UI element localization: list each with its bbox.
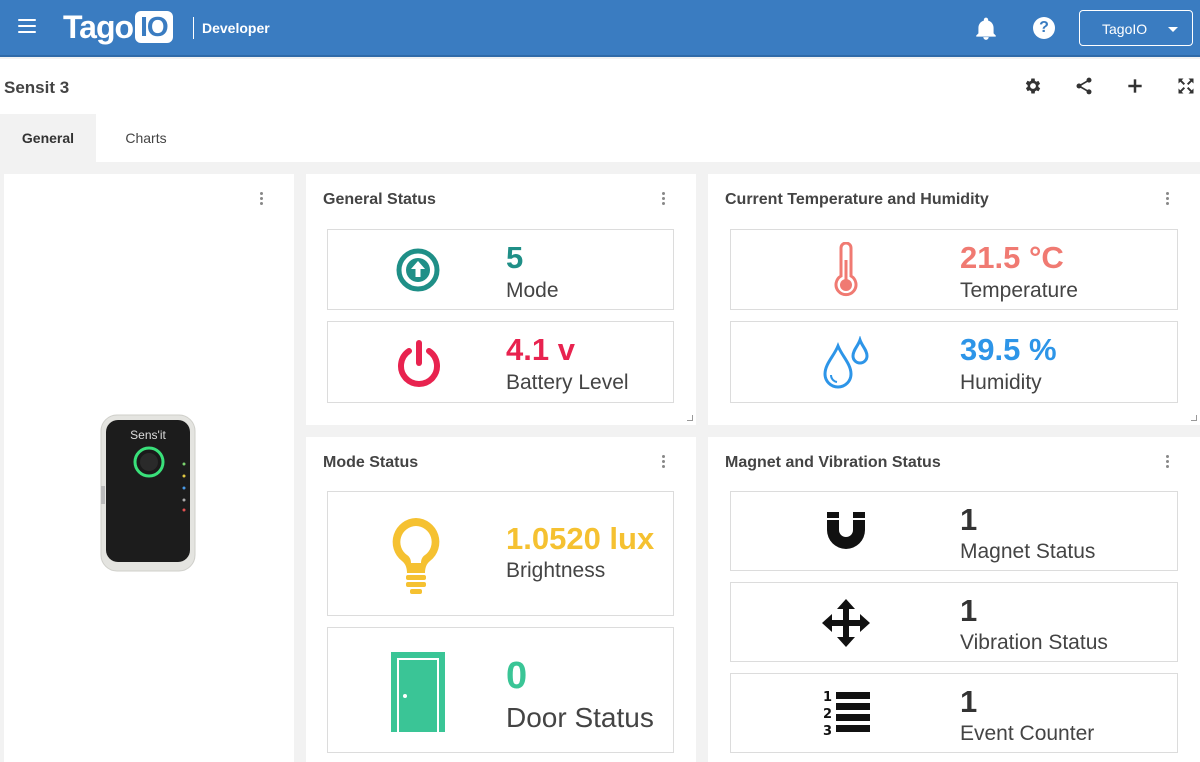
stat-label: Humidity [960,371,1042,394]
stat-label: Door Status [506,702,654,733]
widget-title: General Status [323,191,436,208]
mode-stat: 5 Mode [327,229,674,310]
top-bar: Tago IO Developer ? TagoIO [0,0,1200,57]
vibration-stat: 1 Vibration Status [730,582,1178,662]
developer-label: Developer [202,20,270,36]
svg-text:1: 1 [823,690,832,705]
stat-label: Event Counter [960,722,1095,745]
logo-text: Tago [63,8,134,45]
battery-stat: 4.1 v Battery Level [327,321,674,403]
plus-icon[interactable] [1125,76,1145,96]
share-icon[interactable] [1074,76,1094,96]
event-counter-stat: 1 2 3 1 Event Counter [730,673,1178,753]
magnet-stat: 1 Magnet Status [730,491,1178,571]
general-status-card: General Status 5 Mode 4.1 v Battery Leve… [306,174,696,425]
stat-value: 0 [506,655,528,697]
stat-value: 1 [960,684,978,719]
widget-menu-icon[interactable] [662,455,666,469]
stat-label: Magnet Status [960,540,1096,563]
help-icon[interactable]: ? [1033,17,1055,39]
magnet-icon [827,512,865,549]
stat-value: 21.5 °C [960,240,1064,275]
door-icon [391,652,445,732]
stat-value: 1 [960,502,978,537]
widget-title: Mode Status [323,454,419,471]
widget-title: Magnet and Vibration Status [725,454,941,471]
stat-value: 1.0520 lux [506,521,655,556]
stat-label: Mode [506,279,559,302]
chevron-down-icon [1168,27,1178,32]
bell-icon[interactable] [973,16,999,42]
tab-general[interactable]: General [0,114,96,162]
account-dropdown[interactable]: TagoIO [1079,10,1193,46]
widget-title: Current Temperature and Humidity [725,191,989,208]
widget-menu-icon[interactable] [1166,455,1170,469]
water-drops-icon [823,336,869,389]
svg-text:2: 2 [823,707,832,722]
stat-label: Battery Level [506,371,629,394]
temperature-humidity-card: Current Temperature and Humidity 21.5 °C… [708,174,1200,425]
device-image-card: Sens'it [4,174,294,762]
stat-label: Brightness [506,559,606,582]
menu-icon[interactable] [18,19,36,35]
widget-menu-icon[interactable] [260,192,264,206]
dashboard-header: Sensit 3 General Charts [0,59,1200,162]
stat-label: Vibration Status [960,631,1108,654]
logo-divider [193,17,194,39]
arrow-up-circle-icon [396,248,440,292]
mode-status-card: Mode Status 1.0520 lux Brightness 0 Door… [306,437,696,762]
stat-label: Temperature [960,279,1078,302]
device-brand: Sens'it [130,428,166,442]
numbered-list-icon: 1 2 3 [823,690,870,738]
tab-charts[interactable]: Charts [96,114,196,162]
gear-icon[interactable] [1023,76,1043,96]
door-stat: 0 Door Status [327,627,674,753]
thermometer-icon [834,242,858,297]
widget-menu-icon[interactable] [662,192,666,206]
stat-value: 39.5 % [960,332,1057,367]
resize-handle[interactable] [687,415,693,421]
resize-handle[interactable] [1191,415,1197,421]
temperature-stat: 21.5 °C Temperature [730,229,1178,310]
account-name: TagoIO [1102,21,1148,37]
page-title: Sensit 3 [4,78,70,97]
humidity-stat: 39.5 % Humidity [730,321,1178,403]
move-arrows-icon [822,599,870,647]
power-icon [398,340,440,387]
magnet-vibration-card: Magnet and Vibration Status 1 Magnet Sta… [708,437,1200,762]
logo-box: IO [135,11,173,43]
svg-text:3: 3 [823,724,832,738]
widget-menu-icon[interactable] [1166,192,1170,206]
stat-value: 4.1 v [506,332,575,367]
stat-value: 5 [506,240,524,275]
stat-value: 1 [960,593,978,628]
brightness-stat: 1.0520 lux Brightness [327,491,674,616]
fullscreen-icon[interactable] [1176,76,1196,96]
logo[interactable]: Tago IO [63,8,173,46]
lightbulb-icon [392,518,440,594]
